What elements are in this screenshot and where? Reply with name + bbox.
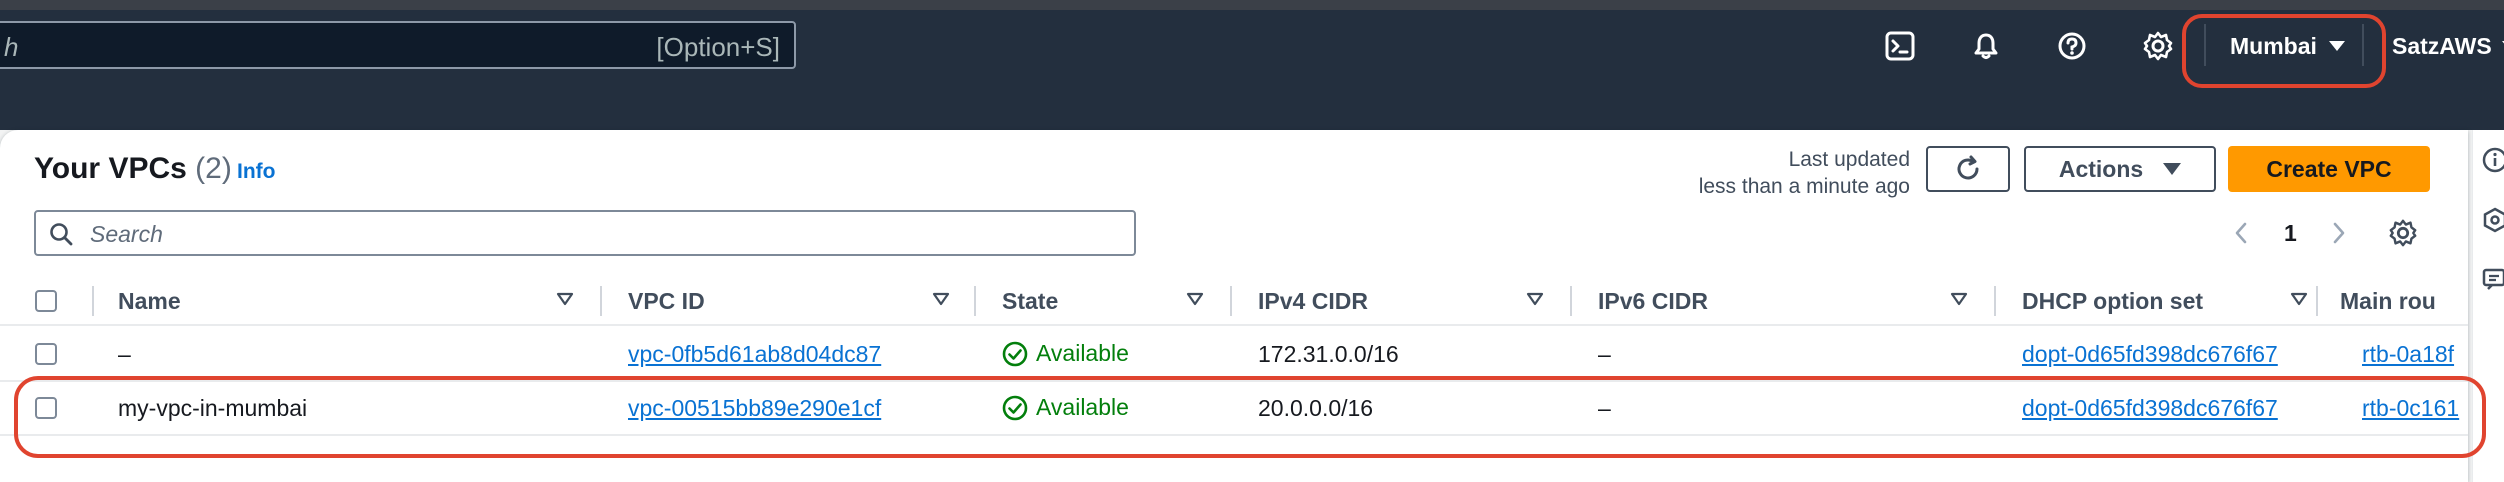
vpc-count: (2) [195, 152, 232, 185]
search-placeholder: h [4, 32, 19, 62]
refresh-icon [1957, 155, 1979, 180]
column-divider [974, 286, 976, 316]
info-link[interactable]: Info [237, 160, 275, 184]
vpc-id-link[interactable]: vpc-0fb5d61ab8d04dc87 [628, 341, 881, 368]
ipv6-cidr: – [1598, 341, 1611, 367]
column-divider [2316, 286, 2318, 316]
vpc-search-input[interactable]: Search [34, 210, 1136, 256]
region-highlight-annotation [2182, 14, 2386, 88]
ipv4-cidr: 172.31.0.0/16 [1258, 341, 1399, 367]
dhcp-option-set-link[interactable]: dopt-0d65fd398dc676f67 [2022, 341, 2278, 368]
sort-caret-icon[interactable] [1186, 292, 1204, 306]
page-title: Your VPCs (2) [34, 152, 232, 186]
create-vpc-label: Create VPC [2266, 155, 2392, 182]
sort-caret-icon[interactable] [932, 292, 950, 306]
column-divider [1570, 286, 1572, 316]
main-route-table-link[interactable]: rtb-0a18f [2362, 341, 2454, 368]
browser-edge [0, 0, 2504, 10]
sort-caret-icon[interactable] [2290, 292, 2308, 306]
check-circle-icon [1002, 341, 1028, 366]
last-updated-label: Last updated [1788, 148, 1910, 171]
tutorial-panel-icon[interactable] [2481, 266, 2504, 294]
actions-label: Actions [2058, 155, 2144, 182]
refresh-button[interactable] [1926, 146, 2010, 192]
column-divider [1230, 286, 1232, 316]
chevron-left-icon [2235, 222, 2247, 244]
last-updated-value: less than a minute ago [1698, 175, 1910, 198]
vpc-name: – [118, 341, 131, 367]
select-all-checkbox[interactable] [35, 290, 57, 312]
column-header-ipv6-cidr[interactable]: IPv6 CIDR [1598, 288, 1708, 315]
column-divider [1994, 286, 1996, 316]
column-divider [600, 286, 602, 316]
current-page: 1 [2284, 219, 2297, 246]
sort-caret-icon[interactable] [1950, 292, 1968, 306]
page-number[interactable]: 1 [2284, 216, 2297, 250]
column-header-name[interactable]: Name [118, 288, 181, 315]
page-title-text: Your VPCs [34, 152, 187, 185]
account-label: SatzAWS [2392, 32, 2492, 59]
account-menu[interactable]: SatzAWS [2392, 28, 2504, 64]
feedback-panel-icon[interactable] [2481, 206, 2504, 234]
vpc-state-label: Available [1036, 340, 1129, 366]
previous-page-button[interactable] [2232, 216, 2250, 250]
global-search-input[interactable]: h [Option+S] [0, 21, 796, 69]
vpc-state: Available [1002, 340, 1129, 367]
column-header-state[interactable]: State [1002, 288, 1058, 315]
vpc-search-placeholder: Search [90, 221, 163, 247]
cloudshell-icon[interactable] [1880, 26, 1920, 66]
actions-dropdown[interactable]: Actions [2024, 146, 2216, 192]
table-row[interactable]: – vpc-0fb5d61ab8d04dc87 Available 172.31… [0, 328, 2468, 382]
last-updated: Last updated less than a minute ago [1699, 146, 1910, 200]
row-checkbox[interactable] [35, 343, 57, 365]
row-highlight-annotation [14, 376, 2486, 458]
column-header-vpc-id[interactable]: VPC ID [628, 288, 705, 315]
column-divider [92, 286, 94, 316]
settings-icon[interactable] [2138, 26, 2178, 66]
column-header-ipv4-cidr[interactable]: IPv4 CIDR [1258, 288, 1368, 315]
table-header: Name VPC ID State IPv4 CIDR IPv6 CIDR DH… [0, 276, 2468, 326]
search-shortcut-hint: [Option+S] [656, 32, 780, 62]
next-page-button[interactable] [2330, 216, 2348, 250]
info-panel-icon[interactable] [2481, 146, 2504, 174]
column-header-dhcp-option-set[interactable]: DHCP option set [2022, 288, 2203, 315]
bell-icon[interactable] [1966, 26, 2006, 66]
table-preferences-button[interactable] [2388, 216, 2418, 250]
settings-icon [2389, 219, 2417, 247]
top-navigation: h [Option+S] Mumbai SatzAWS [0, 0, 2504, 130]
column-header-main-route-table[interactable]: Main rou [2340, 288, 2436, 315]
chevron-right-icon [2333, 222, 2345, 244]
sort-caret-icon[interactable] [556, 292, 574, 306]
create-vpc-button[interactable]: Create VPC [2228, 146, 2430, 192]
caret-down-icon [2163, 163, 2182, 175]
sort-caret-icon[interactable] [1526, 292, 1544, 306]
help-icon[interactable] [2052, 26, 2092, 66]
search-icon [50, 223, 73, 246]
